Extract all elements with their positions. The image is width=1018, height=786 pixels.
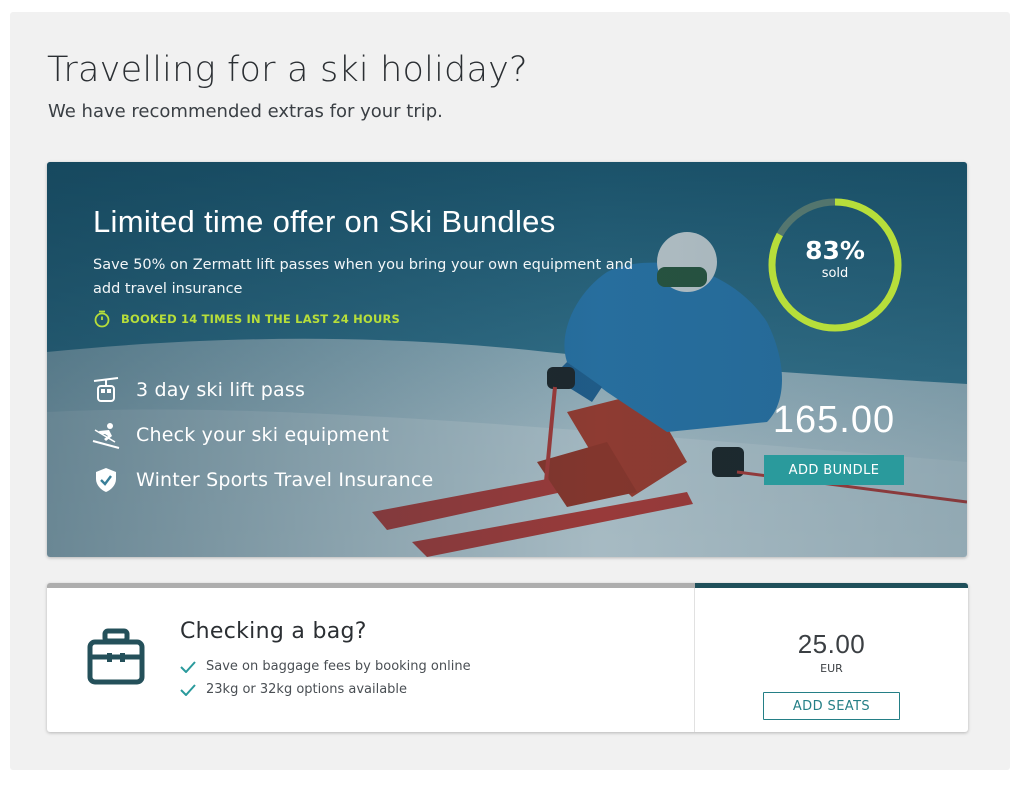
feature-label: Winter Sports Travel Insurance bbox=[136, 468, 434, 491]
sold-percent: 83% bbox=[805, 236, 865, 265]
baggage-title: Checking a bag? bbox=[180, 619, 367, 644]
checkmark-icon bbox=[180, 683, 196, 696]
baggage-benefits: Save on baggage fees by booking online 2… bbox=[180, 655, 471, 701]
feature-item: Winter Sports Travel Insurance bbox=[91, 457, 433, 502]
benefit-text: 23kg or 32kg options available bbox=[206, 682, 408, 697]
add-seats-button[interactable]: ADD SEATS bbox=[763, 692, 900, 720]
bundle-title: Limited time offer on Ski Bundles bbox=[93, 204, 556, 239]
booked-notice: BOOKED 14 TIMES IN THE LAST 24 HOURS bbox=[93, 310, 400, 328]
card-top-bar bbox=[47, 583, 695, 588]
ski-bundle-card: Limited time offer on Ski Bundles Save 5… bbox=[47, 162, 967, 557]
benefit-item: 23kg or 32kg options available bbox=[180, 678, 471, 701]
feature-item: Check your ski equipment bbox=[91, 412, 433, 457]
booked-text: BOOKED 14 TIMES IN THE LAST 24 HOURS bbox=[121, 312, 401, 326]
page-subtitle: We have recommended extras for your trip… bbox=[48, 101, 443, 122]
add-bundle-button[interactable]: ADD BUNDLE bbox=[764, 455, 904, 485]
bundle-features: 3 day ski lift pass Check your ski equip… bbox=[91, 367, 433, 502]
page-title: Travelling for a ski holiday? bbox=[47, 50, 528, 90]
suitcase-icon bbox=[87, 628, 145, 685]
checkmark-icon bbox=[180, 660, 196, 673]
feature-item: 3 day ski lift pass bbox=[91, 367, 433, 412]
baggage-currency: EUR bbox=[820, 662, 843, 675]
sold-progress-text: 83% sold bbox=[765, 237, 905, 283]
shield-check-icon bbox=[91, 465, 121, 495]
feature-label: 3 day ski lift pass bbox=[136, 378, 306, 401]
card-top-bar-accent bbox=[695, 583, 968, 588]
feature-label: Check your ski equipment bbox=[136, 423, 390, 446]
baggage-card: Checking a bag? Save on baggage fees by … bbox=[47, 583, 968, 732]
stopwatch-icon bbox=[94, 310, 110, 328]
recommended-extras-panel: Travelling for a ski holiday? We have re… bbox=[10, 12, 1010, 770]
sold-label: sold bbox=[821, 266, 849, 281]
benefit-item: Save on baggage fees by booking online bbox=[180, 655, 471, 678]
baggage-price: 25.00 bbox=[797, 629, 866, 659]
card-divider bbox=[694, 588, 695, 732]
bundle-price: 165.00 bbox=[772, 399, 896, 441]
benefit-text: Save on baggage fees by booking online bbox=[206, 659, 471, 674]
cable-car-icon bbox=[91, 375, 121, 405]
bundle-description: Save 50% on Zermatt lift passes when you… bbox=[93, 257, 634, 297]
skier-icon bbox=[91, 420, 121, 450]
